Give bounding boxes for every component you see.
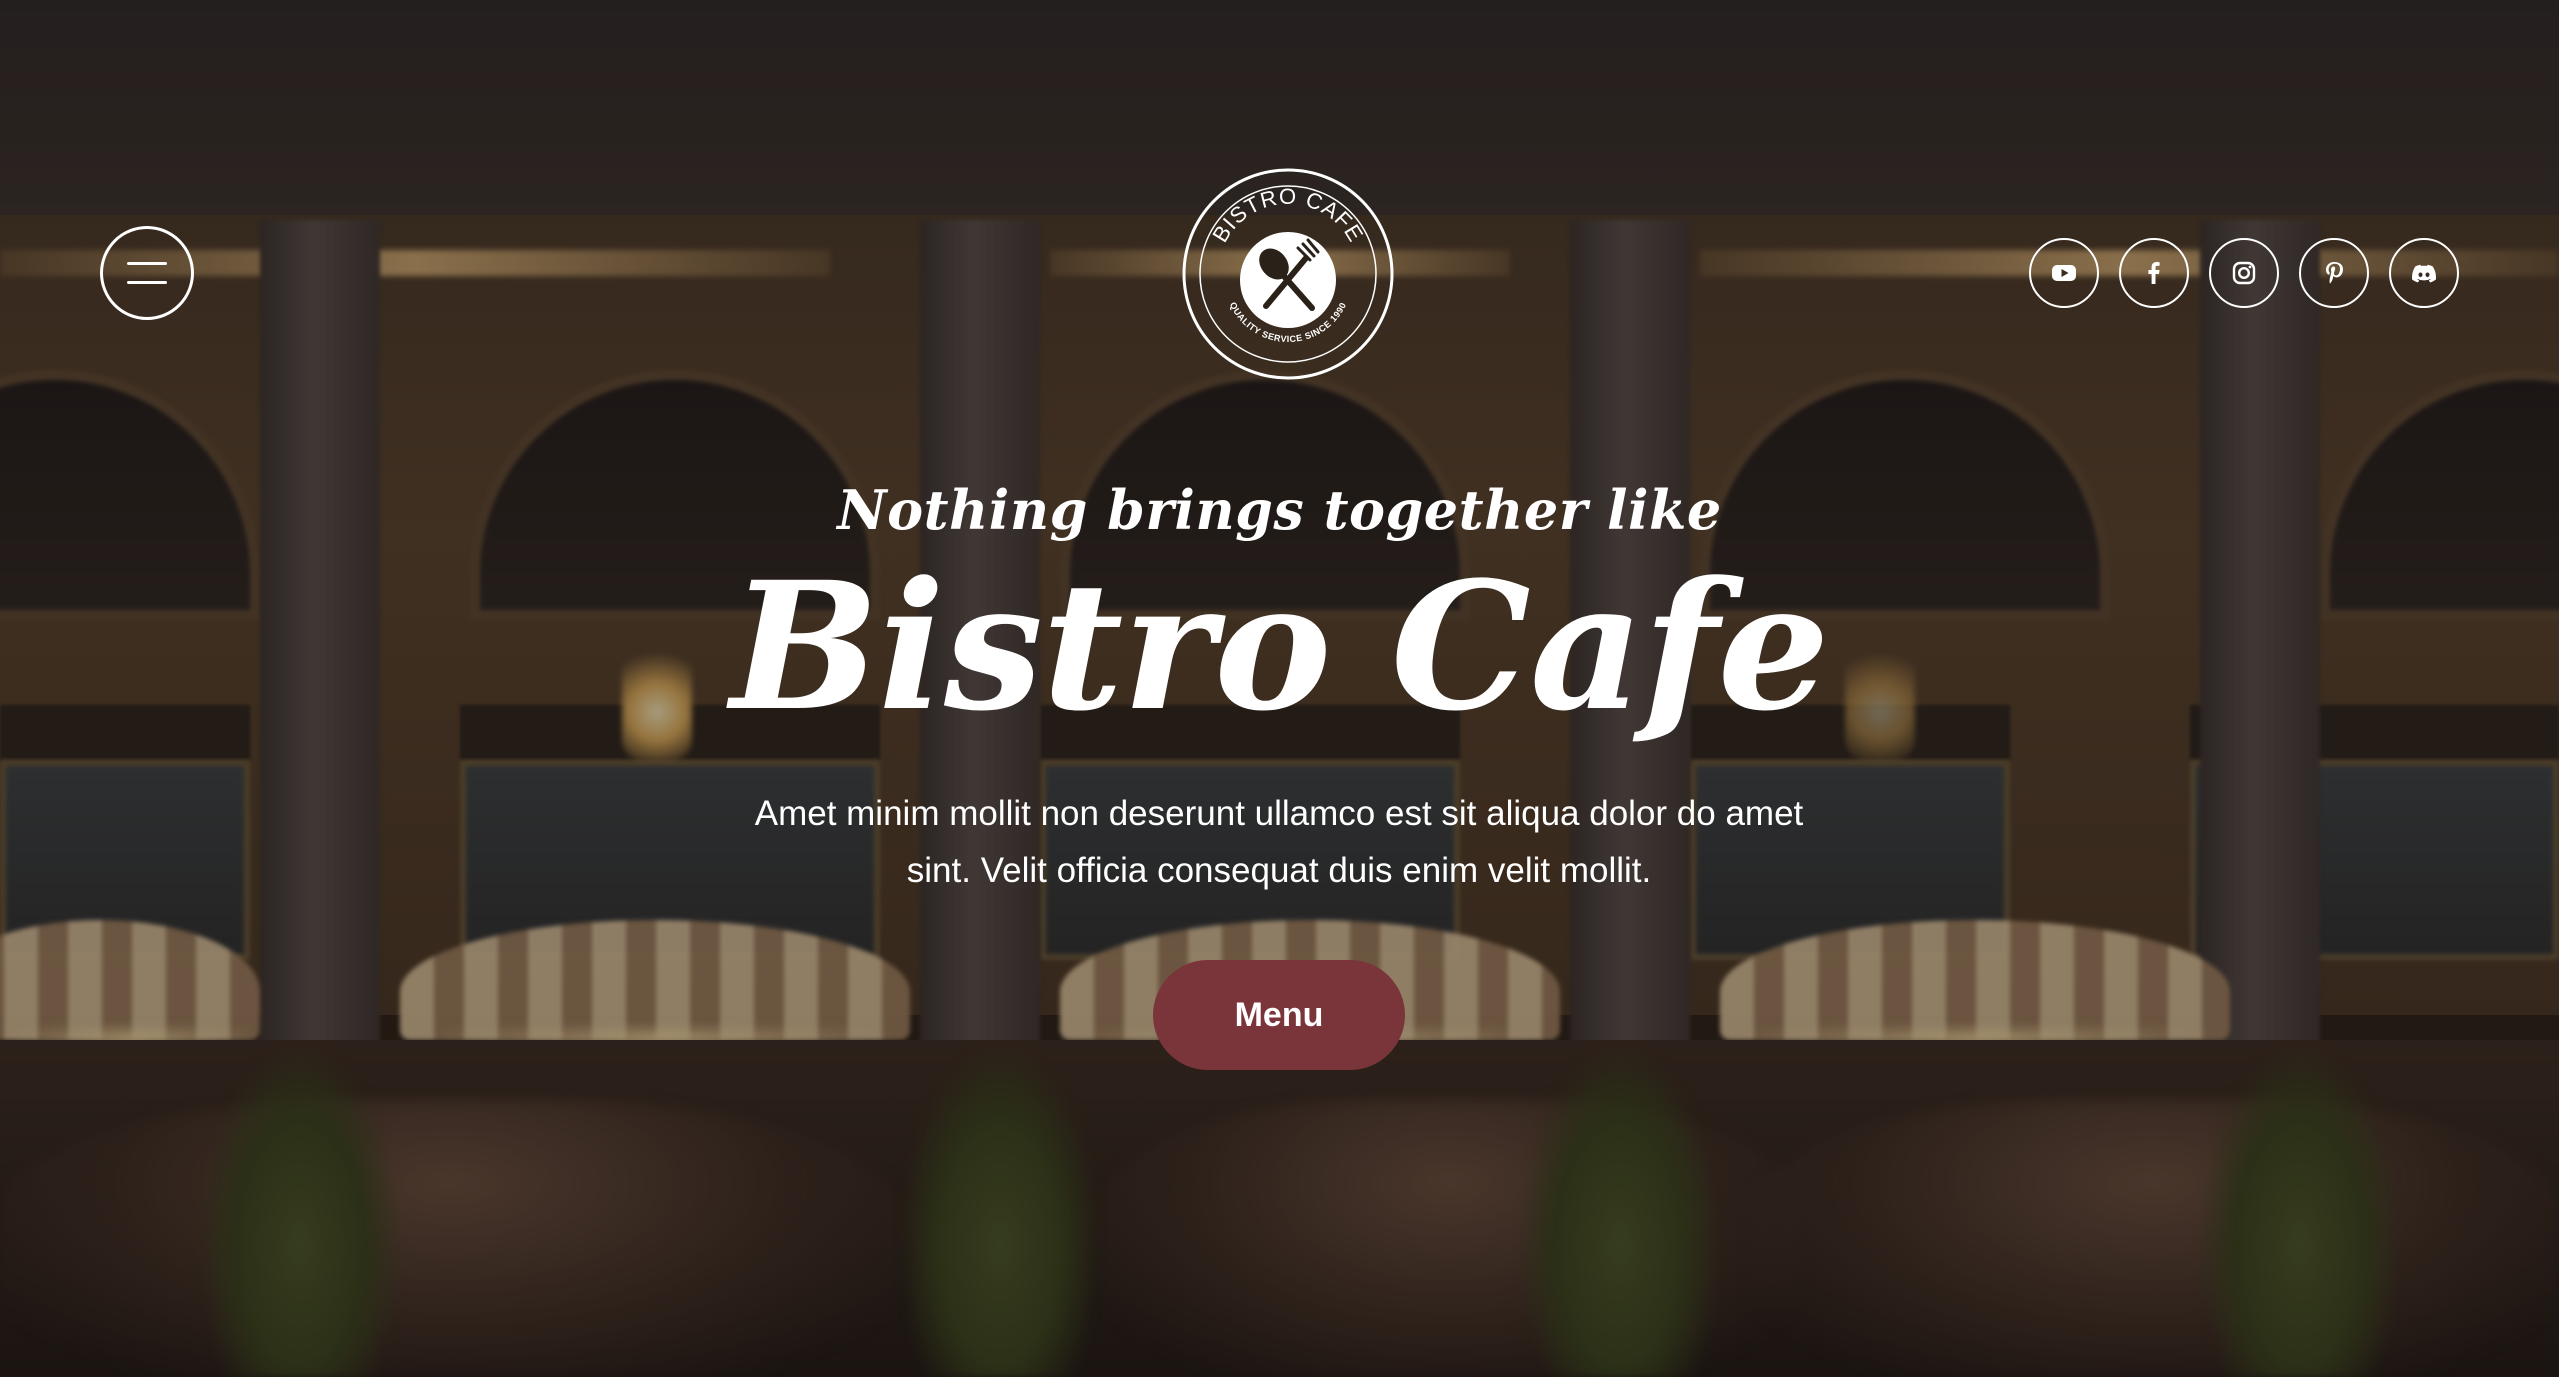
discord-link[interactable] xyxy=(2389,238,2459,308)
social-links xyxy=(2029,238,2459,308)
logo[interactable]: BISTRO CAFE QUALITY SERVICE SINCE 1990 xyxy=(1180,166,1396,382)
facebook-icon xyxy=(2148,262,2160,284)
hero-description: Amet minim mollit non deserunt ullamco e… xyxy=(754,794,1804,890)
hero-headline: Bistro Cafe xyxy=(730,543,1829,750)
hero-tagline: Nothing brings together like xyxy=(837,478,1722,542)
instagram-icon xyxy=(2232,261,2256,285)
pinterest-link[interactable] xyxy=(2299,238,2369,308)
pinterest-icon xyxy=(2326,262,2343,284)
menu-toggle-button[interactable] xyxy=(100,226,194,320)
hamburger-icon xyxy=(127,262,167,284)
youtube-link[interactable] xyxy=(2029,238,2099,308)
bistro-cafe-logo: BISTRO CAFE QUALITY SERVICE SINCE 1990 xyxy=(1182,168,1394,380)
discord-icon xyxy=(2412,264,2437,283)
hero-section: BISTRO CAFE QUALITY SERVICE SINCE 1990 N… xyxy=(0,0,2559,1377)
youtube-icon xyxy=(2052,265,2076,281)
facebook-link[interactable] xyxy=(2119,238,2189,308)
instagram-link[interactable] xyxy=(2209,238,2279,308)
menu-button[interactable]: Menu xyxy=(1153,960,1405,1070)
